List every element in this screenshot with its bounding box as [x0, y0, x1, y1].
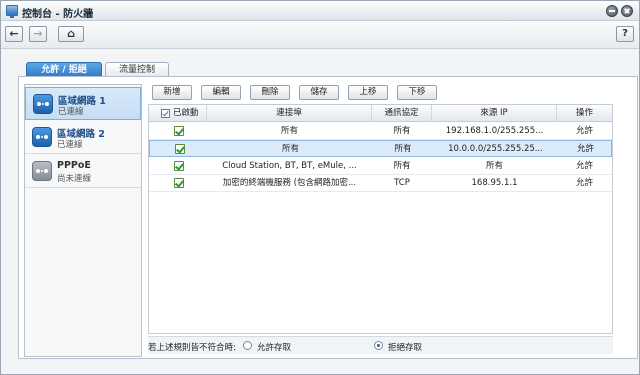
table-row-selected[interactable]: 所有 所有 10.0.0.0/255.255.25... 允許: [149, 140, 612, 157]
source-ip-cell: 所有: [485, 161, 503, 171]
select-all-checkbox[interactable]: [161, 109, 170, 118]
action-cell: 允許: [575, 126, 593, 136]
delete-button[interactable]: 刪除: [250, 85, 290, 100]
source-ip-cell: 10.0.0.0/255.255.25...: [448, 144, 543, 154]
allow-access-label: 允許存取: [257, 343, 292, 353]
source-ip-cell: 192.168.1.0/255.255...: [445, 126, 544, 136]
add-button[interactable]: 新增: [152, 85, 192, 100]
sidebar-item-status: 已連線: [58, 107, 84, 117]
action-cell: 允許: [575, 178, 593, 188]
home-button[interactable]: ⌂: [58, 26, 84, 42]
protocol-cell: 所有: [394, 144, 412, 154]
save-button[interactable]: 儲存: [299, 85, 339, 100]
enabled-checkbox[interactable]: [174, 178, 184, 188]
back-button[interactable]: ←: [5, 26, 23, 42]
header-enabled[interactable]: 已啟動: [149, 105, 207, 122]
close-icon[interactable]: [621, 5, 633, 17]
header-protocol[interactable]: 通訊協定: [372, 105, 432, 122]
deny-access-label: 拒絕存取: [388, 343, 423, 353]
table-row[interactable]: Cloud Station, BT, BT, eMule, ... 所有 所有 …: [149, 158, 612, 175]
ports-cell: Cloud Station, BT, BT, eMule, ...: [222, 161, 357, 171]
network-icon: [32, 127, 52, 147]
interface-sidebar: 區域網路 1 已連線 區域網路 2 已連線 PPPoE 尚未連線: [24, 84, 142, 357]
enabled-checkbox[interactable]: [174, 126, 184, 136]
deny-access-radio[interactable]: [374, 341, 383, 350]
table-row[interactable]: 加密的終端機服務 (包含網路加密... TCP 168.95.1.1 允許: [149, 175, 612, 192]
pppoe-icon: [32, 161, 52, 181]
sidebar-item-status: 尚未連線: [57, 174, 92, 184]
window-title: 控制台 - 防火牆: [22, 9, 94, 20]
protocol-cell: 所有: [393, 161, 411, 171]
rules-table: 已啟動 連接埠 通訊協定 來源 IP 操作 所有 所有 192.168.1.0/…: [148, 104, 613, 334]
minimize-icon[interactable]: [606, 5, 618, 17]
sidebar-item-lan1[interactable]: 區域網路 1 已連線: [25, 87, 141, 120]
protocol-cell: 所有: [393, 126, 411, 136]
header-source-ip[interactable]: 來源 IP: [432, 105, 557, 122]
sidebar-item-pppoe[interactable]: PPPoE 尚未連線: [25, 155, 141, 188]
title-bar: 控制台 - 防火牆: [1, 1, 639, 21]
forward-button[interactable]: →: [29, 26, 47, 42]
allow-access-radio[interactable]: [243, 341, 252, 350]
protocol-cell: TCP: [394, 178, 410, 188]
header-ports[interactable]: 連接埠: [207, 105, 372, 122]
default-policy-bar: 若上述規則皆不符合時: 允許存取 拒絕存取: [148, 336, 613, 354]
move-up-button[interactable]: 上移: [348, 85, 388, 100]
table-header: 已啟動 連接埠 通訊協定 來源 IP 操作: [149, 105, 612, 122]
header-enabled-label: 已啟動: [173, 108, 199, 118]
sidebar-item-status: 已連線: [57, 140, 83, 150]
action-cell: 允許: [576, 144, 594, 154]
enabled-checkbox[interactable]: [174, 161, 184, 171]
ports-cell: 加密的終端機服務 (包含網路加密...: [222, 178, 357, 188]
edit-button[interactable]: 編輯: [201, 85, 241, 100]
move-down-button[interactable]: 下移: [397, 85, 437, 100]
source-ip-cell: 168.95.1.1: [471, 178, 518, 188]
sidebar-item-name: PPPoE: [57, 160, 91, 171]
header-action[interactable]: 操作: [557, 105, 612, 122]
ports-cell: 所有: [281, 144, 299, 154]
default-policy-label: 若上述規則皆不符合時:: [148, 343, 236, 353]
action-cell: 允許: [575, 161, 593, 171]
help-button[interactable]: ?: [616, 26, 634, 42]
ports-cell: 所有: [280, 126, 298, 136]
network-icon: [33, 94, 53, 114]
enabled-checkbox[interactable]: [175, 144, 185, 154]
control-panel-icon: [6, 5, 18, 18]
table-row[interactable]: 所有 所有 192.168.1.0/255.255... 允許: [149, 123, 612, 140]
sidebar-item-lan2[interactable]: 區域網路 2 已連線: [25, 121, 141, 154]
toolbar: ← → ⌂ ?: [1, 21, 639, 49]
